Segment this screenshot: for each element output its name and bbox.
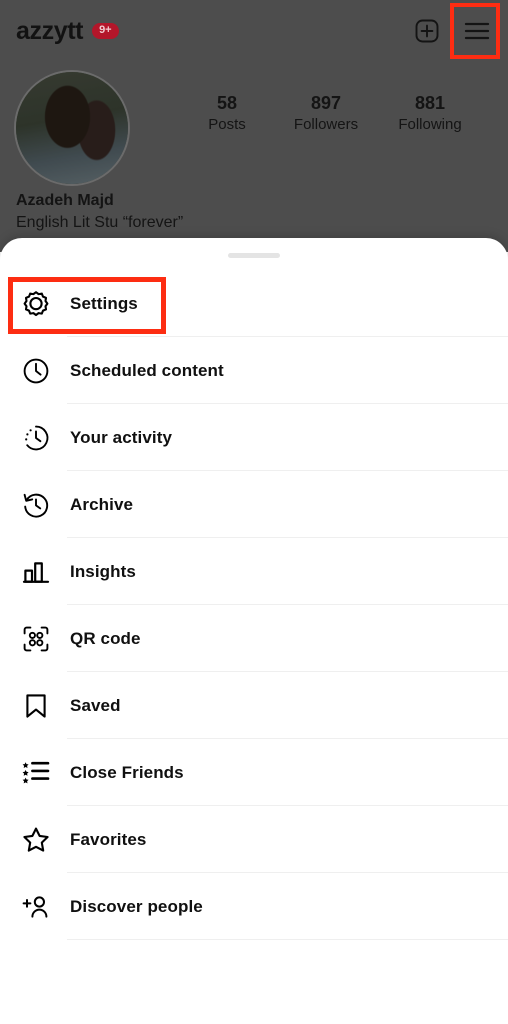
notification-badge[interactable]: 9+ (92, 23, 119, 39)
bookmark-icon (18, 688, 54, 724)
bottom-sheet-menu: Settings Scheduled content Your activity… (0, 238, 508, 1024)
stat-following[interactable]: 881 Following (375, 92, 485, 134)
stat-followers-label: Followers (293, 115, 359, 133)
close-friends-list-icon (18, 755, 54, 791)
menu-item-saved[interactable]: Saved (0, 672, 508, 739)
menu-item-archive[interactable]: Archive (0, 471, 508, 538)
menu-item-label: Discover people (70, 896, 203, 916)
stat-followers[interactable]: 897 Followers (272, 92, 380, 134)
menu-item-favorites[interactable]: Favorites (0, 806, 508, 873)
menu-list: Settings Scheduled content Your activity… (0, 270, 508, 940)
stat-following-label: Following (398, 115, 462, 133)
display-name: Azadeh Majd (16, 192, 114, 209)
username-header[interactable]: azzytt 9+ (16, 17, 119, 46)
menu-item-settings[interactable]: Settings (0, 270, 508, 337)
instagram-profile-screen: azzytt 9+ 58 Posts 897 Followers 881 Fol… (0, 0, 508, 1024)
bar-chart-icon (18, 554, 54, 590)
menu-item-close-friends[interactable]: Close Friends (0, 739, 508, 806)
menu-item-label: Settings (70, 293, 138, 313)
profile-background-dimmed: azzytt 9+ 58 Posts 897 Followers 881 Fol… (0, 0, 508, 252)
menu-item-your-activity[interactable]: Your activity (0, 404, 508, 471)
menu-item-label: Archive (70, 494, 134, 514)
menu-item-qr-code[interactable]: QR code (0, 605, 508, 672)
activity-clock-icon (18, 420, 54, 456)
menu-divider (67, 939, 508, 940)
menu-item-label: Your activity (70, 427, 173, 447)
profile-avatar[interactable] (14, 70, 130, 186)
qr-code-icon (18, 621, 54, 657)
menu-item-discover-people[interactable]: Discover people (0, 873, 508, 940)
avatar-dim-shade (16, 72, 128, 184)
menu-item-label: QR code (70, 628, 141, 648)
menu-item-label: Saved (70, 695, 121, 715)
menu-item-label: Close Friends (70, 762, 184, 782)
gear-icon (18, 286, 54, 322)
stat-posts-label: Posts (208, 115, 246, 133)
stat-followers-value: 897 (310, 93, 342, 113)
profile-bio-block: Azadeh Majd English Lit Stu “forever” (16, 190, 183, 234)
hamburger-menu-button[interactable] (450, 3, 500, 59)
stat-posts-value: 58 (216, 93, 238, 113)
add-person-icon (18, 889, 54, 925)
menu-item-insights[interactable]: Insights (0, 538, 508, 605)
hamburger-menu-icon[interactable] (460, 14, 494, 48)
username-text: azzytt (16, 16, 84, 45)
menu-item-scheduled-content[interactable]: Scheduled content (0, 337, 508, 404)
topbar-actions (410, 3, 500, 59)
menu-item-label: Favorites (70, 829, 147, 849)
bio-text: English Lit Stu “forever” (16, 213, 184, 231)
profile-topbar: azzytt 9+ (0, 0, 508, 62)
menu-item-label: Scheduled content (70, 360, 224, 380)
menu-item-label: Insights (70, 561, 136, 581)
drag-handle[interactable] (228, 253, 280, 258)
stat-posts[interactable]: 58 Posts (182, 92, 272, 134)
clock-icon (18, 353, 54, 389)
history-clock-icon (18, 487, 54, 523)
stat-following-value: 881 (414, 93, 446, 113)
plus-square-icon[interactable] (410, 14, 444, 48)
star-icon (18, 822, 54, 858)
